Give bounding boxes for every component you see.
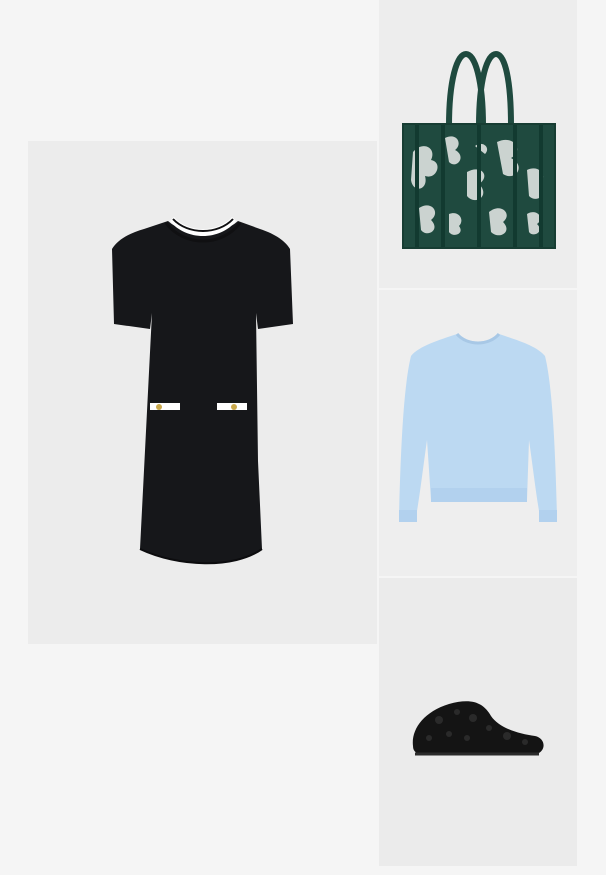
green-cutout-tote-bag-image [402,50,556,249]
product-tile-sweatshirt[interactable] [379,290,577,576]
black-shearling-slipper-image [412,701,544,756]
light-blue-sweatshirt-image [399,332,557,522]
black-shift-dress-image [112,217,293,565]
product-tile-bag[interactable] [379,0,577,288]
product-tile-dress[interactable] [28,141,377,644]
product-tile-slipper[interactable] [379,578,577,866]
